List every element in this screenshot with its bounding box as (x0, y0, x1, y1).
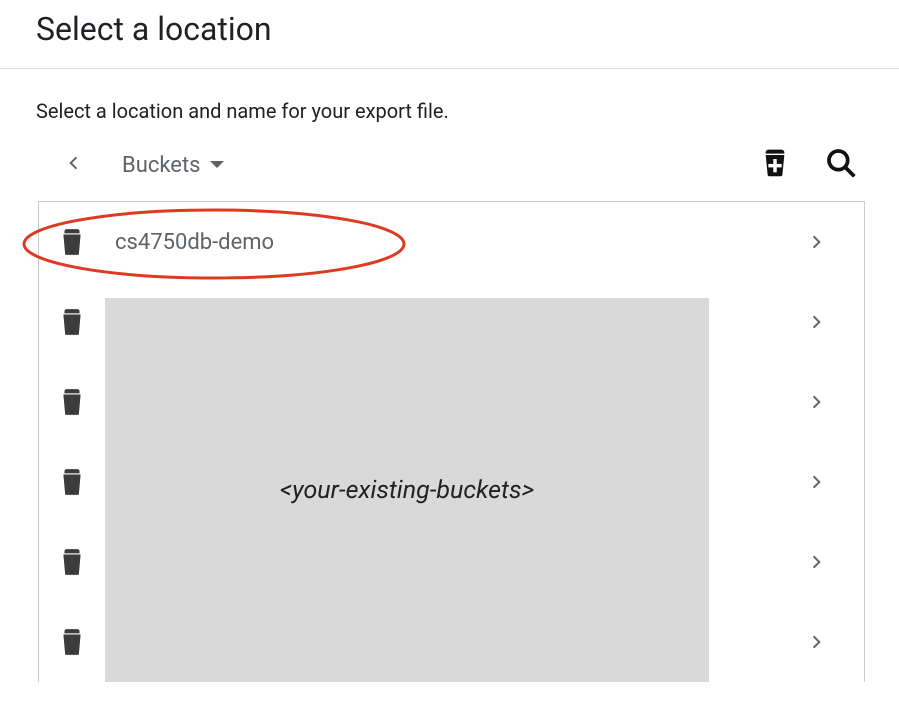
chevron-right-icon (806, 471, 828, 493)
chevron-right-icon (806, 551, 828, 573)
bucket-icon (59, 468, 85, 496)
bucket-plus-icon (759, 147, 791, 179)
chevron-left-icon (62, 152, 84, 174)
breadcrumb-label: Buckets (122, 153, 201, 178)
bucket-icon (59, 308, 85, 336)
search-button[interactable] (825, 147, 857, 183)
file-browser-toolbar: Buckets (0, 141, 899, 201)
search-icon (825, 147, 857, 179)
bucket-icon (59, 388, 85, 416)
redaction-overlay: <your-existing-buckets> (105, 298, 709, 682)
breadcrumb-dropdown[interactable]: Buckets (122, 153, 225, 178)
chevron-right-icon (806, 391, 828, 413)
chevron-right-icon (806, 631, 828, 653)
caret-down-icon (209, 156, 225, 175)
bucket-icon (59, 628, 85, 656)
bucket-icon (59, 228, 85, 256)
bucket-list: cs4750db-demo (38, 201, 865, 682)
instruction-text: Select a location and name for your expo… (0, 69, 899, 141)
dialog-header: Select a location (0, 0, 899, 69)
chevron-right-icon (806, 231, 828, 253)
back-button[interactable] (62, 152, 84, 178)
dialog-title: Select a location (36, 10, 863, 48)
bucket-icon (59, 548, 85, 576)
redaction-placeholder-text: <your-existing-buckets> (280, 476, 534, 505)
bucket-row-cs4750db-demo[interactable]: cs4750db-demo (39, 202, 864, 282)
chevron-right-icon (806, 311, 828, 333)
create-bucket-button[interactable] (759, 147, 791, 183)
bucket-name-label: cs4750db-demo (115, 230, 274, 255)
